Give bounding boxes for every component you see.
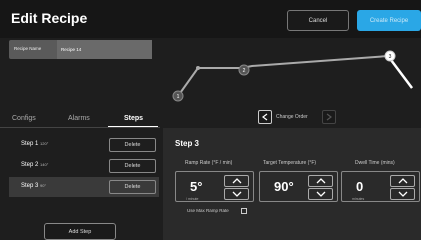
dwell-time-value[interactable]: 0 [356,179,363,194]
tab-steps[interactable]: Steps [124,115,143,122]
dwell-time-increase-button[interactable] [390,175,415,187]
target-temperature-decrease-button[interactable] [308,188,333,200]
chevron-down-icon [316,191,325,197]
recipe-name-field: Recipe Name [9,40,152,59]
ramp-rate-unit: / minute [186,197,199,201]
graph-point-3[interactable]: 3 [384,50,396,62]
step-temp: 140° [40,162,49,167]
step-name: Step 2 [21,162,39,168]
step-label: Step 3 90° [21,183,46,189]
ramp-rate-stepper: 5° / minute [175,171,254,202]
step-profile-graph: 1 2 3 [172,50,413,102]
delete-step-button[interactable]: Delete [109,138,156,152]
profile-vertex [196,66,200,70]
cancel-button[interactable]: Cancel [287,10,349,31]
graph-point-label: 3 [389,54,392,60]
chevron-up-icon [398,178,407,184]
delete-step-button[interactable]: Delete [109,180,156,194]
step-label: Step 1 120° [21,141,48,147]
target-temperature-value[interactable]: 90° [274,179,294,194]
ramp-rate-decrease-button[interactable] [224,188,249,200]
step-name: Step 3 [21,183,39,189]
target-temperature-label: Target Temperature (°F) [263,160,317,166]
create-recipe-button[interactable]: Create Recipe [357,10,421,31]
dwell-time-stepper: 0 minutes [341,171,420,202]
chevron-left-icon [262,113,268,121]
header-bar: Edit Recipe Cancel Create Recipe [0,0,421,38]
add-step-button[interactable]: Add Step [44,223,116,240]
target-temperature-stepper: 90° [259,171,338,202]
step-name: Step 1 [21,141,39,147]
step-detail-title: Step 3 [175,139,200,148]
target-temperature-increase-button[interactable] [308,175,333,187]
ramp-rate-value[interactable]: 5° [190,179,202,194]
dwell-time-decrease-button[interactable] [390,188,415,200]
step-row-selected[interactable]: Step 3 90° Delete [9,177,159,197]
step-row[interactable]: Step 2 140° Delete [9,156,159,176]
use-max-ramp-rate-checkbox[interactable] [241,208,247,214]
tab-alarms[interactable]: Alarms [68,115,90,122]
dwell-time-label: Dwell Time (mins) [355,160,395,166]
recipe-name-label: Recipe Name [14,46,42,51]
graph-point-label: 1 [177,94,180,100]
tab-configs[interactable]: Configs [12,115,36,122]
page-title: Edit Recipe [11,10,88,26]
edit-recipe-screen: Edit Recipe Cancel Create Recipe Recipe … [0,0,421,240]
step-temp: 90° [40,183,47,188]
chevron-up-icon [232,178,241,184]
chevron-right-icon [326,113,332,121]
tab-bar: Configs Alarms Steps [0,110,160,128]
chevron-up-icon [316,178,325,184]
chevron-down-icon [232,191,241,197]
ramp-rate-increase-button[interactable] [224,175,249,187]
tab-divider [0,127,160,128]
graph-point-2[interactable]: 2 [238,64,250,76]
step-temp: 120° [40,141,49,146]
graph-point-label: 2 [243,68,246,74]
use-max-ramp-rate-label: Use Max Ramp Rate [187,208,229,213]
change-order-label: Change Order [276,114,308,120]
step-label: Step 2 140° [21,162,48,168]
ramp-rate-label: Ramp Rate (°F / min) [185,160,233,166]
graph-point-1[interactable]: 1 [172,90,184,102]
recipe-name-input[interactable] [57,40,152,59]
step-row[interactable]: Step 1 120° Delete [9,135,159,155]
order-next-button[interactable] [322,110,336,124]
profile-line [177,54,413,97]
order-previous-button[interactable] [258,110,272,124]
step-detail-panel: Step 3 Ramp Rate (°F / min) 5° / minute … [163,128,421,240]
chevron-down-icon [398,191,407,197]
delete-step-button[interactable]: Delete [109,159,156,173]
dwell-time-unit: minutes [352,197,365,201]
